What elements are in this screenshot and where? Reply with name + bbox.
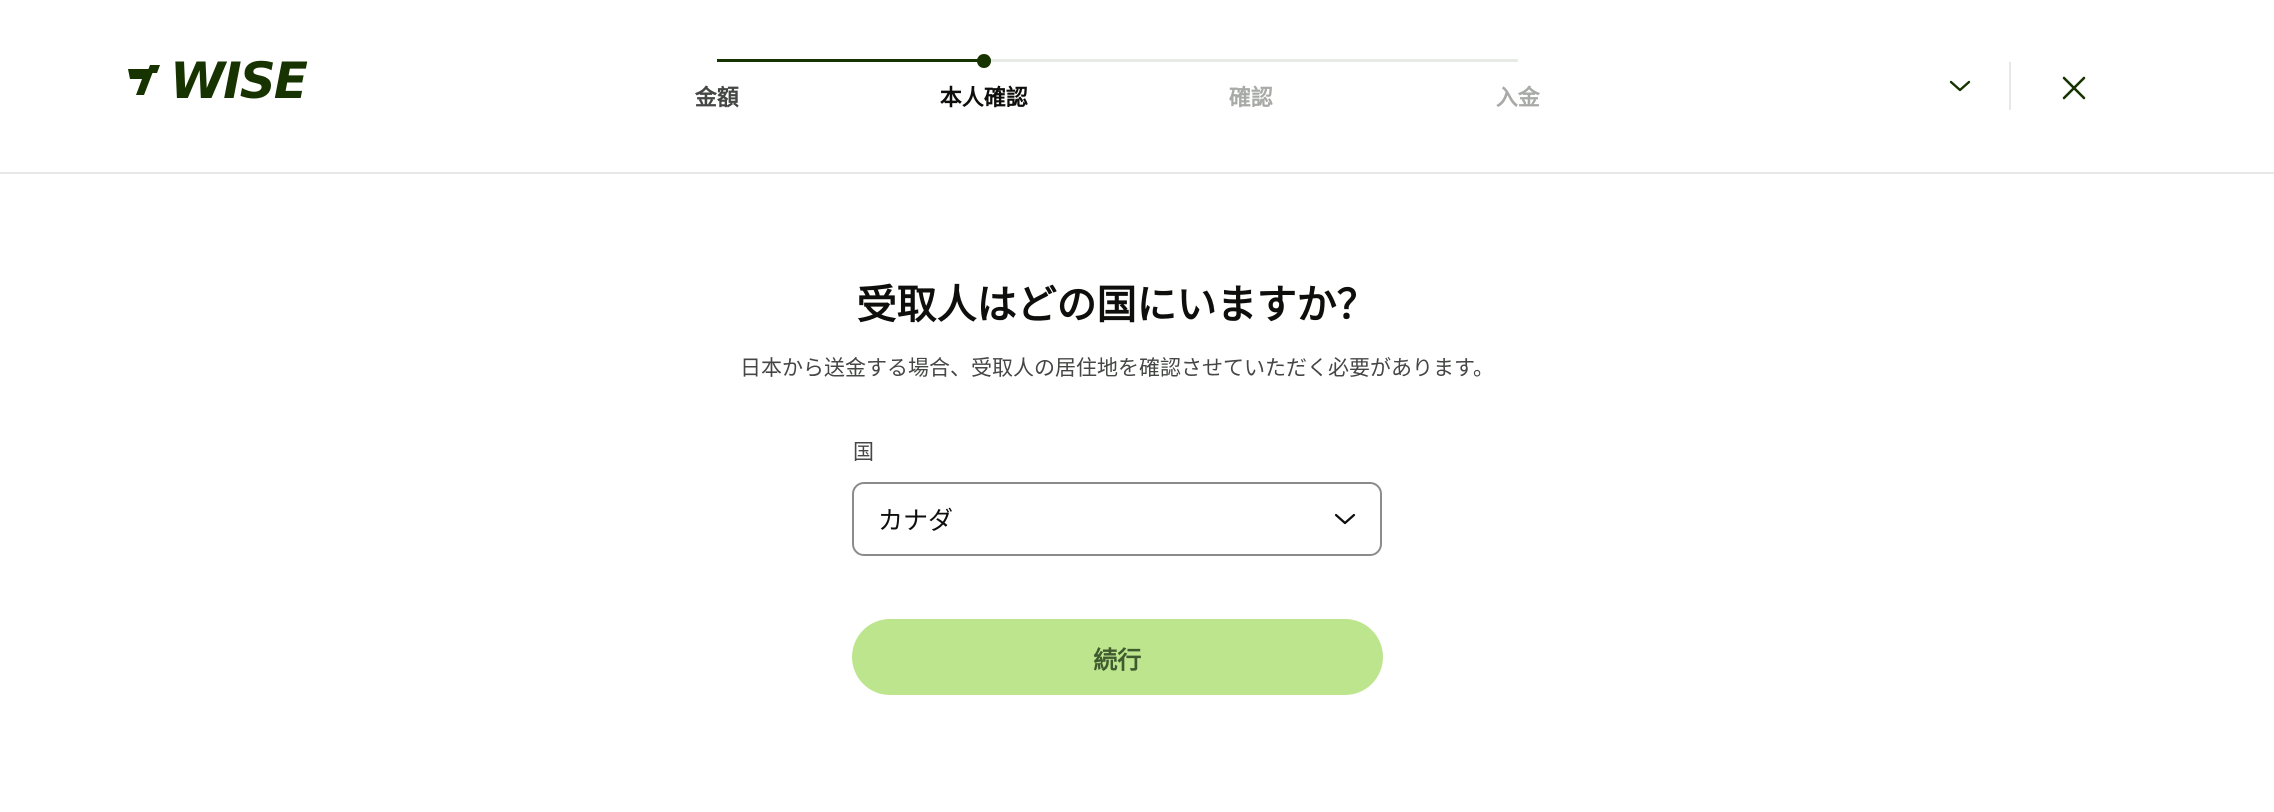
chevron-down-icon (1949, 80, 1971, 92)
progress-fill (717, 59, 984, 62)
menu-dropdown-button[interactable] (1944, 70, 1976, 102)
header-divider (2009, 62, 2011, 110)
step-pay: 入金 (1495, 86, 1541, 111)
chevron-down-icon (1334, 513, 1356, 525)
continue-button[interactable]: 続行 (852, 619, 1383, 695)
country-field-label: 国 (853, 440, 874, 464)
page-title: 受取人はどの国にいますか？ (857, 282, 1377, 328)
recipient-country-form: 受取人はどの国にいますか？ 日本から送金する場合、受取人の居住地を確認させていた… (0, 174, 2274, 812)
top-header: WISE 金額 本人確認 確認 入金 (0, 0, 2274, 174)
country-select[interactable]: カナダ (852, 482, 1382, 556)
page-subtitle: 日本から送金する場合、受取人の居住地を確認させていただく必要があります。 (740, 356, 1494, 380)
step-amount: 金額 (694, 86, 740, 111)
country-select-value: カナダ (878, 506, 954, 535)
progress-stepper: 金額 本人確認 確認 入金 (0, 0, 2274, 120)
step-review: 確認 (1228, 86, 1274, 111)
close-icon (2062, 76, 2086, 100)
step-identity: 本人確認 (939, 86, 1029, 111)
close-button[interactable] (2056, 70, 2092, 106)
progress-current-dot (977, 54, 991, 68)
